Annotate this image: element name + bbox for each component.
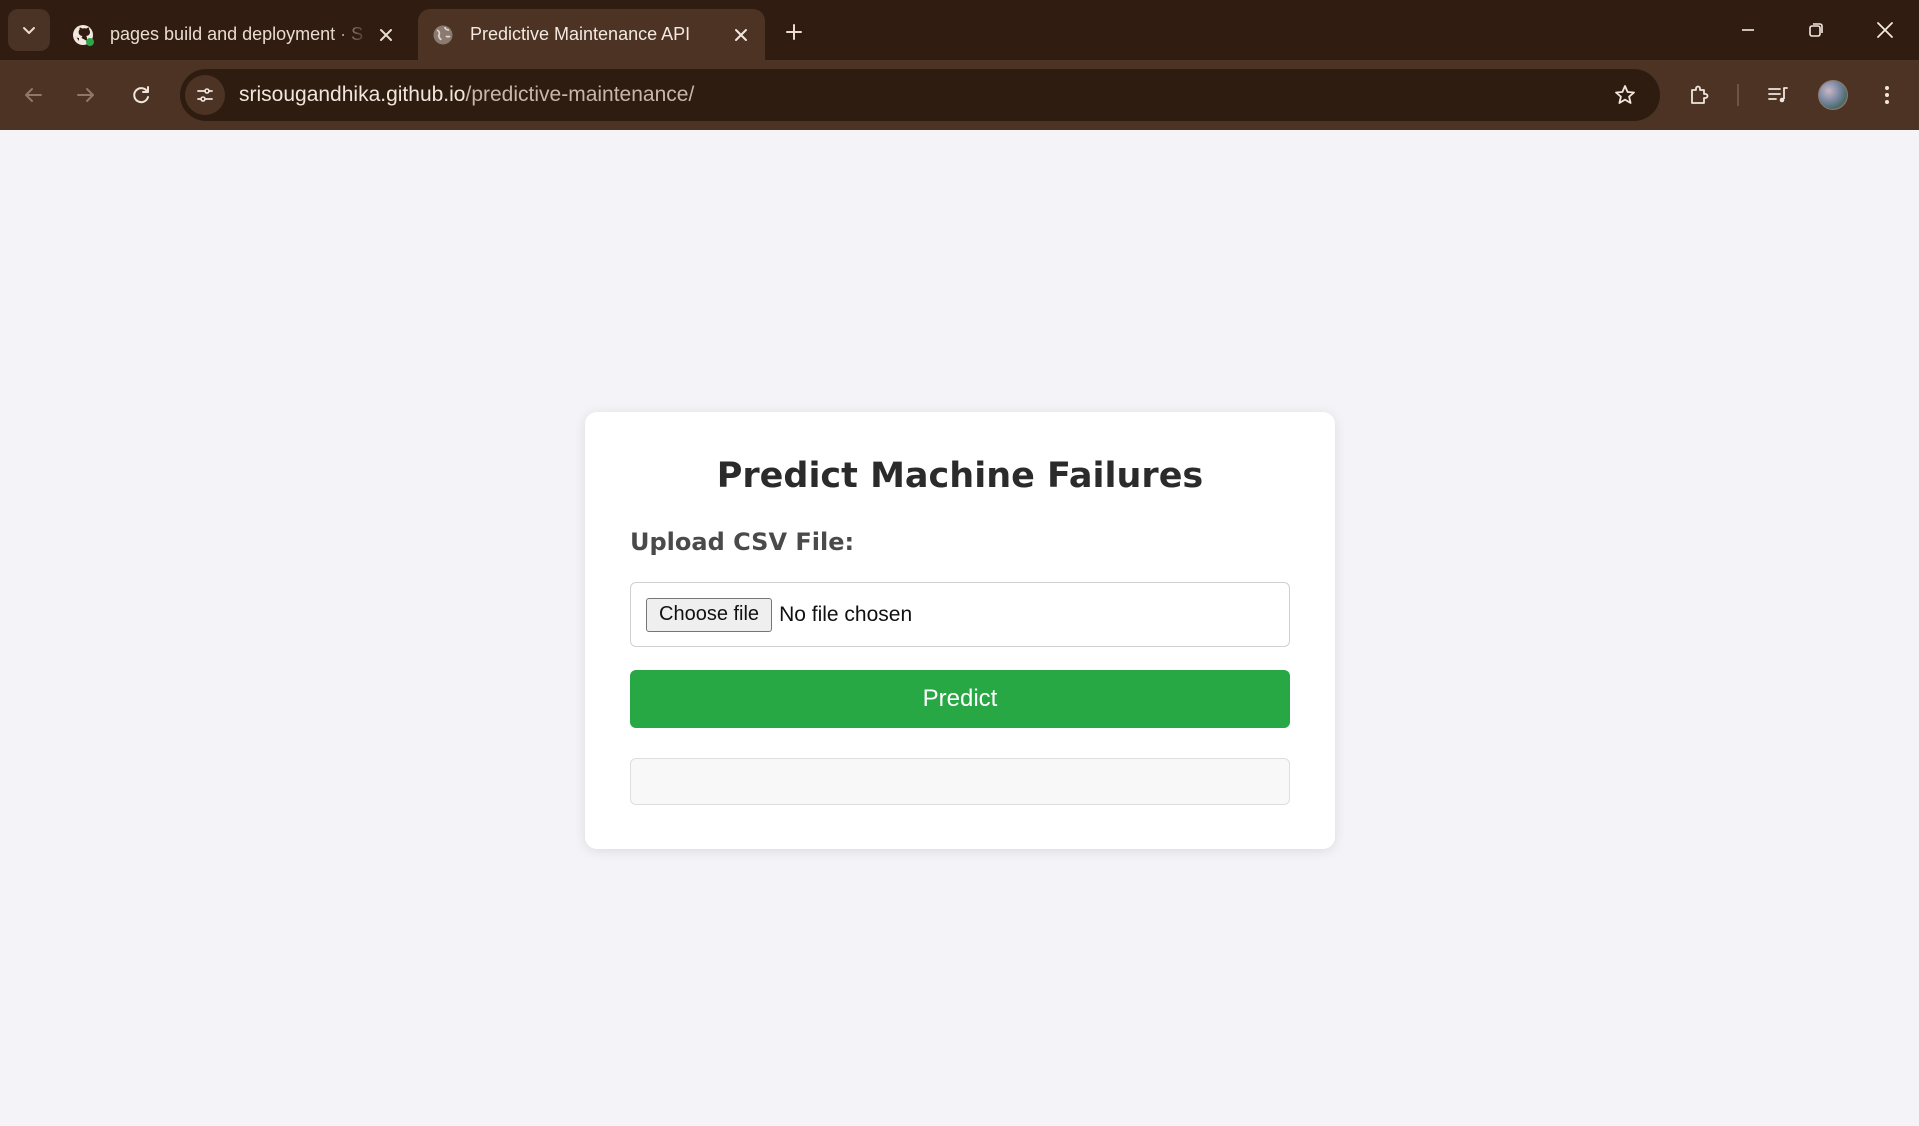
minimize-icon	[1742, 29, 1754, 31]
github-icon	[70, 22, 96, 48]
address-bar[interactable]: srisougandhika.github.io/predictive-main…	[180, 69, 1660, 121]
puzzle-icon	[1691, 85, 1709, 104]
upload-card: Predict Machine Failures Upload CSV File…	[585, 412, 1335, 849]
avatar	[1818, 80, 1848, 110]
close-icon[interactable]	[370, 19, 402, 51]
menu-button[interactable]	[1866, 74, 1908, 116]
site-info-button[interactable]	[185, 75, 225, 115]
forward-button[interactable]	[65, 74, 107, 116]
url-text: srisougandhika.github.io/predictive-main…	[239, 83, 694, 107]
tab-search-button[interactable]	[8, 9, 50, 51]
restore-button[interactable]	[1782, 0, 1850, 60]
result-output	[630, 758, 1290, 805]
file-status-text: No file chosen	[779, 602, 913, 626]
url-domain: srisougandhika.github.io	[239, 83, 466, 106]
profile-button[interactable]	[1812, 74, 1854, 116]
reload-button[interactable]	[120, 74, 162, 116]
page-viewport: Predict Machine Failures Upload CSV File…	[0, 130, 1919, 1126]
extensions-button[interactable]	[1678, 74, 1720, 116]
browser-toolbar: srisougandhika.github.io/predictive-main…	[0, 60, 1919, 130]
upload-label: Upload CSV File:	[630, 528, 855, 556]
close-icon[interactable]	[725, 19, 757, 51]
more-vert-icon	[1885, 86, 1889, 104]
page-title: Predict Machine Failures	[716, 456, 1204, 496]
tune-icon	[197, 88, 213, 102]
new-tab-button[interactable]	[776, 14, 812, 50]
csv-file-input[interactable]: Choose file No file chosen	[630, 582, 1290, 647]
globe-icon	[430, 22, 456, 48]
bookmark-star-button[interactable]	[1606, 76, 1644, 114]
chevron-down-icon	[23, 27, 35, 34]
media-controls-button[interactable]	[1757, 74, 1799, 116]
tab-pages-build[interactable]: pages build and deployment · S	[58, 9, 410, 60]
url-path: /predictive-maintenance/	[465, 83, 695, 106]
close-window-button[interactable]	[1851, 0, 1919, 60]
tab-strip: pages build and deployment · S Predictiv…	[0, 0, 1919, 60]
arrow-right-icon	[77, 88, 94, 102]
predict-button[interactable]: Predict	[630, 670, 1290, 728]
tab-predictive-maintenance[interactable]: Predictive Maintenance API	[418, 9, 765, 60]
tab-title: pages build and deployment · S	[110, 24, 364, 44]
arrow-left-icon	[25, 88, 42, 102]
close-icon	[1877, 22, 1893, 38]
restore-icon	[1809, 23, 1823, 37]
choose-file-button[interactable]: Choose file	[646, 597, 773, 632]
plus-icon	[786, 24, 802, 40]
queue-music-icon	[1768, 87, 1788, 103]
tab-title: Predictive Maintenance API	[470, 24, 691, 44]
back-button[interactable]	[12, 74, 54, 116]
star-icon	[1615, 85, 1635, 104]
toolbar-divider	[1737, 84, 1739, 106]
minimize-button[interactable]	[1714, 0, 1782, 60]
reload-icon	[133, 86, 149, 104]
